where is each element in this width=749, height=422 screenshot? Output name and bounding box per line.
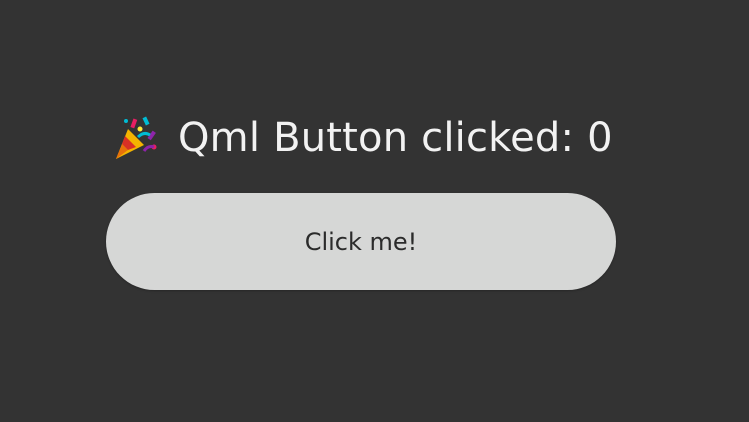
app-window: Qml Button clicked: 0 Click me!	[0, 0, 749, 422]
click-me-button[interactable]: Click me!	[106, 193, 616, 290]
party-popper-icon	[110, 113, 160, 163]
status-row: Qml Button clicked: 0	[110, 110, 613, 166]
click-count-label: Qml Button clicked: 0	[178, 115, 613, 161]
click-me-label: Click me!	[304, 227, 418, 256]
